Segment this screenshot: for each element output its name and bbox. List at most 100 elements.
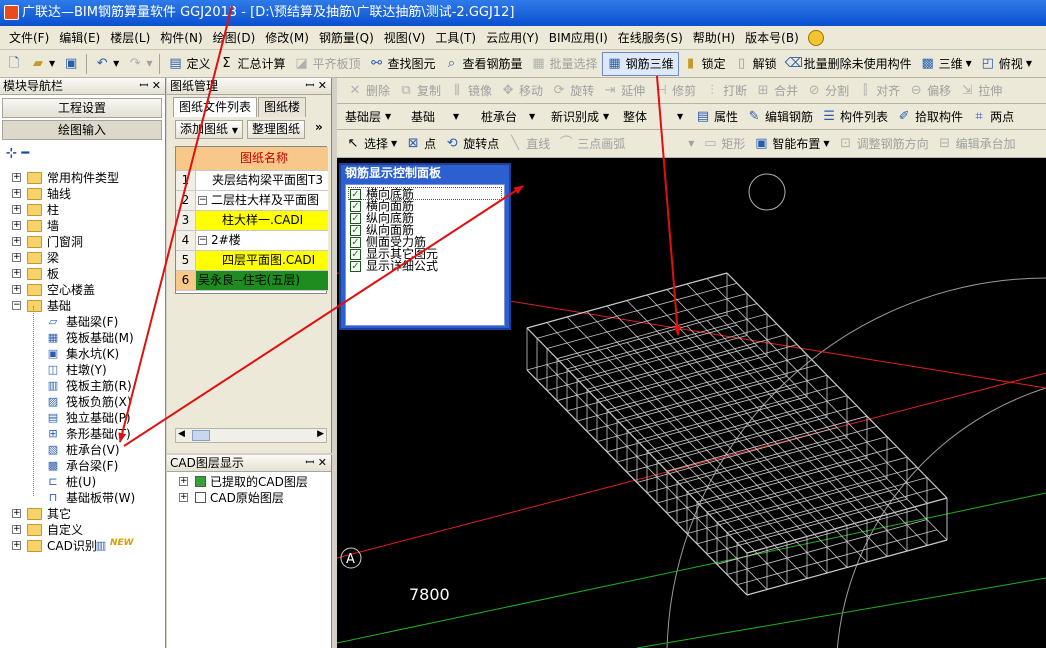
expand-icon[interactable]: + xyxy=(12,253,21,262)
expand-icon[interactable]: + xyxy=(179,477,188,486)
pick-component-button[interactable]: ✐ 拾取构件 xyxy=(892,105,967,129)
pin-close-icon[interactable]: ꟷ ✕ xyxy=(305,455,327,471)
menu-tools[interactable]: 工具(T) xyxy=(430,27,481,49)
stretch-button[interactable]: ⇲ 拉伸 xyxy=(955,79,1006,103)
expand-icon[interactable]: + xyxy=(12,541,21,550)
drawing-row[interactable]: 2− 二层柱大样及平面图 xyxy=(176,191,328,211)
menu-view[interactable]: 视图(V) xyxy=(379,27,431,49)
tab-drawing-floor[interactable]: 图纸楼 xyxy=(258,97,307,117)
save-button[interactable]: ▣ xyxy=(59,52,83,76)
collapse-icon[interactable]: − xyxy=(12,301,21,310)
menu-draw[interactable]: 绘图(D) xyxy=(208,27,261,49)
menu-online[interactable]: 在线服务(S) xyxy=(613,27,688,49)
view-top-dropdown[interactable]: ◰ 俯视 ▼ xyxy=(976,52,1036,76)
pin-close-icon[interactable]: ꟷ ✕ xyxy=(305,78,327,94)
drawing-row[interactable]: 3 柱大样一.CADI xyxy=(176,211,328,231)
tab-drawing-file-list[interactable]: 图纸文件列表 xyxy=(173,97,258,117)
rotate-button[interactable]: ⟳ 旋转 xyxy=(547,79,598,103)
drawing-row[interactable]: 4−2#楼 xyxy=(176,231,328,251)
element-type-dropdown[interactable]: 桩承台 ▼ xyxy=(477,107,545,127)
menu-floor[interactable]: 楼层(L) xyxy=(105,27,155,49)
find-element-button[interactable]: ⚯ 查找图元 xyxy=(365,52,440,76)
horizontal-scrollbar[interactable]: ◀ ▶ xyxy=(175,428,327,443)
drawing-row[interactable]: 6 吴永良--住宅(五层) xyxy=(176,271,328,291)
element-name-dropdown[interactable]: 新识别成 ▼ xyxy=(547,107,617,127)
properties-button[interactable]: ▤ 属性 xyxy=(691,105,742,129)
move-button[interactable]: ✥ 移动 xyxy=(496,79,547,103)
menu-edit[interactable]: 编辑(E) xyxy=(54,27,105,49)
smart-layout-button[interactable]: ▣ 智能布置 ▼ xyxy=(749,132,833,156)
edit-rebar-button[interactable]: ✎ 编辑钢筋 xyxy=(742,105,817,129)
menu-file[interactable]: 文件(F) xyxy=(4,27,54,49)
collapse-icon[interactable]: − xyxy=(198,236,207,245)
category-dropdown[interactable]: 基础 ▼ xyxy=(407,107,475,127)
floor-dropdown[interactable]: 基础层 ▼ xyxy=(341,107,405,127)
expand-icon[interactable]: + xyxy=(12,525,21,534)
menu-modify[interactable]: 修改(M) xyxy=(260,27,314,49)
point-button[interactable]: ⊠ 点 xyxy=(401,132,440,156)
drawing-row[interactable]: 1 夹层结构梁平面图T3 xyxy=(176,171,328,191)
menu-rebar-qty[interactable]: 钢筋量(Q) xyxy=(314,27,379,49)
menu-version[interactable]: 版本号(B) xyxy=(740,27,804,49)
summary-calc-button[interactable]: Σ 汇总计算 xyxy=(214,52,289,76)
adjust-rebar-direction-button[interactable]: ⊡ 调整钢筋方向 xyxy=(834,132,933,156)
define-button[interactable]: ▤ 定义 xyxy=(163,52,214,76)
rectangle-button[interactable]: ▭ 矩形 xyxy=(698,132,749,156)
break-button[interactable]: ⫶ 打断 xyxy=(700,79,751,103)
collapse-icon[interactable]: − xyxy=(198,196,207,205)
scroll-left-icon[interactable]: ◀ xyxy=(178,429,185,439)
split-button[interactable]: ⊘ 分割 xyxy=(802,79,853,103)
checkbox-checked[interactable]: ✓ xyxy=(350,225,361,236)
layer-checkbox[interactable] xyxy=(195,476,206,487)
mirror-button[interactable]: ⫼ 镜像 xyxy=(445,79,496,103)
extend-button[interactable]: ⇥ 延伸 xyxy=(598,79,649,103)
layer-checkbox[interactable] xyxy=(195,492,206,503)
component-list-button[interactable]: ☰ 构件列表 xyxy=(817,105,892,129)
rebar-wireframe[interactable] xyxy=(526,272,948,596)
checkbox-checked[interactable]: ✓ xyxy=(350,261,361,272)
expand-icon[interactable]: + xyxy=(12,221,21,230)
checkbox-checked[interactable]: ✓ xyxy=(350,201,361,212)
trim-button[interactable]: ⊣ 修剪 xyxy=(649,79,700,103)
drawing-input-button[interactable]: 绘图输入 xyxy=(2,120,162,140)
edit-cap-reinforcement-button[interactable]: ⊟ 编辑承台加 xyxy=(933,132,1020,156)
expand-icon[interactable]: + xyxy=(179,493,188,502)
lock-button[interactable]: ▮ 锁定 xyxy=(679,52,730,76)
offset-button[interactable]: ⊖ 偏移 xyxy=(904,79,955,103)
more-chevron-icon[interactable]: » xyxy=(315,120,323,140)
copy-button[interactable]: ⧉ 复制 xyxy=(394,79,445,103)
checkbox-checked[interactable]: ✓ xyxy=(350,237,361,248)
expand-icon[interactable]: + xyxy=(12,189,21,198)
unlock-button[interactable]: ▯ 解锁 xyxy=(730,52,781,76)
rebar-3d-button[interactable]: ▦ 钢筋三维 xyxy=(601,51,679,76)
expand-collapse-icon[interactable]: ⊹ ━ xyxy=(6,146,29,161)
menu-help[interactable]: 帮助(H) xyxy=(688,27,740,49)
expand-icon[interactable]: + xyxy=(12,509,21,518)
view-rebar-qty-button[interactable]: ⌕ 查看钢筋量 xyxy=(440,52,527,76)
project-settings-button[interactable]: 工程设置 xyxy=(2,98,162,118)
pin-close-icon[interactable]: ꟷ ✕ xyxy=(139,78,161,94)
new-button[interactable]: 🗋 xyxy=(2,52,26,76)
add-drawing-button[interactable]: 添加图纸 ▼ xyxy=(175,120,243,139)
organize-drawing-button[interactable]: 整理图纸 xyxy=(247,120,306,139)
expand-icon[interactable]: + xyxy=(12,237,21,246)
menu-bim[interactable]: BIM应用(I) xyxy=(544,27,613,49)
undo-button[interactable]: ↶ ▼ xyxy=(90,52,123,76)
menu-component[interactable]: 构件(N) xyxy=(155,27,207,49)
rotate-point-button[interactable]: ⟲ 旋转点 xyxy=(440,132,503,156)
align-button[interactable]: ⫿ 对齐 xyxy=(853,79,904,103)
checkbox-checked[interactable]: ✓ xyxy=(350,249,361,260)
two-points-button[interactable]: ⌗ 两点 xyxy=(967,105,1018,129)
merge-button[interactable]: ⊞ 合并 xyxy=(751,79,802,103)
smiley-icon[interactable] xyxy=(807,29,824,46)
batch-select-button[interactable]: ▦ 批量选择 xyxy=(527,52,602,76)
expand-icon[interactable]: + xyxy=(12,285,21,294)
expand-icon[interactable]: + xyxy=(12,173,21,182)
menu-cloud[interactable]: 云应用(Y) xyxy=(481,27,544,49)
three-point-arc-button[interactable]: ⌒ 三点画弧 ▼ xyxy=(554,132,698,156)
scroll-right-icon[interactable]: ▶ xyxy=(317,429,324,439)
view-3d-dropdown[interactable]: ▩ 三维 ▼ xyxy=(916,52,976,76)
scroll-thumb[interactable] xyxy=(192,430,210,441)
expand-icon[interactable]: + xyxy=(12,205,21,214)
checkbox-checked[interactable]: ✓ xyxy=(350,213,361,224)
